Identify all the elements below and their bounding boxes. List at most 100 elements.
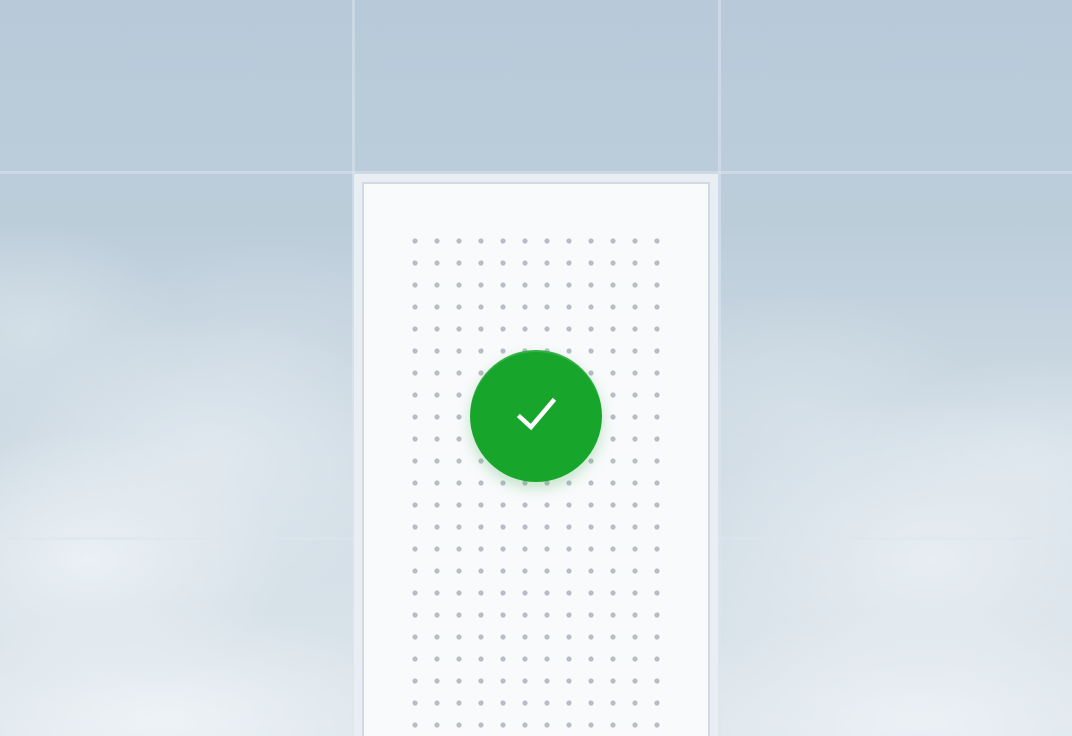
pattern-dot bbox=[412, 304, 418, 310]
pattern-dot bbox=[522, 502, 528, 508]
pattern-dot bbox=[434, 326, 440, 332]
pattern-dot bbox=[500, 678, 506, 684]
pattern-dot bbox=[412, 656, 418, 662]
pattern-dot bbox=[544, 502, 550, 508]
pattern-dot bbox=[610, 590, 616, 596]
pattern-dot bbox=[478, 634, 484, 640]
pattern-dot bbox=[434, 480, 440, 486]
pattern-dot bbox=[566, 612, 572, 618]
pattern-dot bbox=[566, 304, 572, 310]
pattern-dot bbox=[456, 546, 462, 552]
pattern-dot bbox=[654, 326, 660, 332]
pattern-dot bbox=[522, 678, 528, 684]
pattern-dot bbox=[478, 678, 484, 684]
pattern-dot bbox=[434, 656, 440, 662]
pattern-dot bbox=[610, 260, 616, 266]
pattern-dot bbox=[478, 700, 484, 706]
pattern-dot bbox=[566, 568, 572, 574]
pattern-dot bbox=[588, 568, 594, 574]
pattern-dot bbox=[544, 260, 550, 266]
pattern-dot bbox=[434, 678, 440, 684]
selected-tile[interactable] bbox=[354, 174, 718, 736]
pattern-dot bbox=[544, 568, 550, 574]
pattern-dot bbox=[588, 348, 594, 354]
pattern-dot bbox=[478, 722, 484, 728]
pattern-dot bbox=[412, 612, 418, 618]
pattern-dot bbox=[610, 370, 616, 376]
pattern-dot bbox=[500, 348, 506, 354]
pattern-dot bbox=[434, 238, 440, 244]
pattern-dot bbox=[434, 370, 440, 376]
pattern-dot bbox=[588, 722, 594, 728]
pattern-dot bbox=[434, 392, 440, 398]
pattern-dot bbox=[654, 546, 660, 552]
pattern-dot bbox=[412, 524, 418, 530]
pattern-dot bbox=[610, 326, 616, 332]
pattern-dot bbox=[588, 502, 594, 508]
pattern-dot bbox=[500, 700, 506, 706]
pattern-dot bbox=[478, 282, 484, 288]
verified-card bbox=[362, 182, 710, 736]
pattern-dot bbox=[412, 436, 418, 442]
pattern-dot bbox=[500, 590, 506, 596]
pattern-dot bbox=[500, 282, 506, 288]
pattern-dot bbox=[632, 436, 638, 442]
pattern-dot bbox=[654, 722, 660, 728]
pattern-dot bbox=[588, 524, 594, 530]
pattern-dot bbox=[500, 480, 506, 486]
pattern-dot bbox=[610, 656, 616, 662]
pattern-dot bbox=[544, 282, 550, 288]
pattern-dot bbox=[434, 546, 440, 552]
pattern-dot bbox=[544, 326, 550, 332]
pattern-dot bbox=[478, 590, 484, 596]
pattern-dot bbox=[412, 634, 418, 640]
pattern-dot bbox=[544, 304, 550, 310]
pattern-dot bbox=[456, 568, 462, 574]
pattern-dot bbox=[544, 722, 550, 728]
pattern-dot bbox=[632, 590, 638, 596]
pattern-dot bbox=[434, 282, 440, 288]
pattern-dot bbox=[522, 304, 528, 310]
pattern-dot bbox=[478, 480, 484, 486]
pattern-dot bbox=[522, 700, 528, 706]
pattern-dot bbox=[434, 414, 440, 420]
pattern-dot bbox=[456, 502, 462, 508]
pattern-dot bbox=[610, 414, 616, 420]
pattern-dot bbox=[566, 260, 572, 266]
pattern-dot bbox=[544, 546, 550, 552]
pattern-dot bbox=[588, 700, 594, 706]
pattern-dot bbox=[588, 612, 594, 618]
pattern-dot bbox=[500, 568, 506, 574]
pattern-dot bbox=[632, 678, 638, 684]
pattern-dot bbox=[654, 260, 660, 266]
pattern-dot bbox=[544, 656, 550, 662]
pattern-dot bbox=[566, 546, 572, 552]
pattern-dot bbox=[632, 260, 638, 266]
pattern-dot bbox=[610, 722, 616, 728]
pattern-dot bbox=[588, 546, 594, 552]
pattern-dot bbox=[478, 260, 484, 266]
pattern-dot bbox=[588, 458, 594, 464]
pattern-dot bbox=[632, 370, 638, 376]
pattern-dot bbox=[610, 700, 616, 706]
pattern-dot bbox=[478, 546, 484, 552]
pattern-dot bbox=[412, 370, 418, 376]
pattern-dot bbox=[522, 612, 528, 618]
pattern-dot bbox=[610, 304, 616, 310]
pattern-dot bbox=[588, 282, 594, 288]
pattern-dot bbox=[588, 304, 594, 310]
pattern-dot bbox=[654, 656, 660, 662]
pattern-dot bbox=[632, 722, 638, 728]
pattern-dot bbox=[566, 326, 572, 332]
pattern-dot bbox=[412, 260, 418, 266]
pattern-dot bbox=[456, 326, 462, 332]
pattern-dot bbox=[456, 348, 462, 354]
pattern-dot bbox=[412, 282, 418, 288]
pattern-dot bbox=[654, 568, 660, 574]
pattern-dot bbox=[610, 524, 616, 530]
pattern-dot bbox=[544, 524, 550, 530]
pattern-dot bbox=[632, 326, 638, 332]
pattern-dot bbox=[456, 370, 462, 376]
pattern-dot bbox=[478, 238, 484, 244]
pattern-dot bbox=[456, 260, 462, 266]
